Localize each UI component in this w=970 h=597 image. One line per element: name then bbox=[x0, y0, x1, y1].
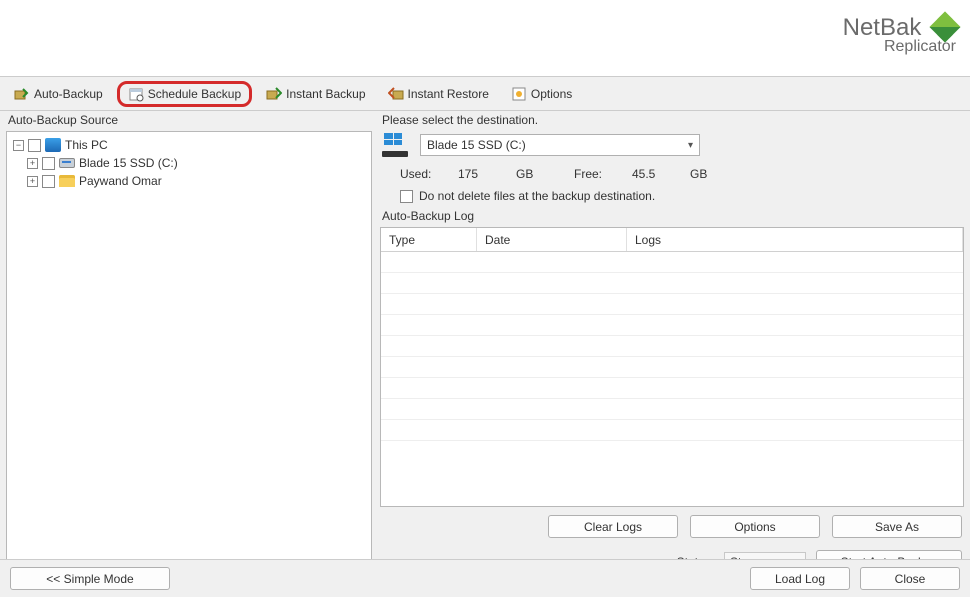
destination-select[interactable]: Blade 15 SSD (C:) ▾ bbox=[420, 134, 700, 156]
tab-instant-restore[interactable]: Instant Restore bbox=[380, 83, 497, 105]
folder-icon bbox=[59, 175, 75, 187]
clear-logs-button[interactable]: Clear Logs bbox=[548, 515, 678, 538]
free-value: 45.5 bbox=[632, 167, 672, 181]
tree-label: Paywand Omar bbox=[79, 174, 162, 188]
tree-row-this-pc[interactable]: − This PC bbox=[13, 136, 365, 154]
tree-row-folder[interactable]: + Paywand Omar bbox=[13, 172, 365, 190]
simple-mode-button[interactable]: << Simple Mode bbox=[10, 567, 170, 590]
log-options-button[interactable]: Options bbox=[690, 515, 820, 538]
drive-icon bbox=[59, 158, 75, 168]
used-label: Used: bbox=[400, 167, 440, 181]
tree-label: Blade 15 SSD (C:) bbox=[79, 156, 178, 170]
logo-text-2: Bak bbox=[880, 14, 921, 41]
header-area: NetBak Replicator bbox=[0, 0, 970, 77]
tab-label: Instant Restore bbox=[408, 87, 489, 101]
source-tree[interactable]: − This PC + Blade 15 SSD (C:) + Paywand … bbox=[6, 131, 372, 573]
log-body-empty bbox=[381, 252, 963, 506]
tree-checkbox[interactable] bbox=[28, 139, 41, 152]
used-value: 175 bbox=[458, 167, 498, 181]
disk-usage-row: Used: 175 GB Free: 45.5 GB bbox=[380, 157, 964, 189]
tab-instant-backup[interactable]: Instant Backup bbox=[258, 83, 373, 105]
destination-label: Please select the destination. bbox=[380, 111, 964, 133]
chevron-down-icon: ▾ bbox=[688, 140, 699, 151]
do-not-delete-checkbox[interactable] bbox=[400, 190, 413, 203]
bottom-bar: << Simple Mode Load Log Close bbox=[0, 559, 970, 597]
auto-backup-icon bbox=[14, 86, 30, 102]
tab-auto-backup[interactable]: Auto-Backup bbox=[6, 83, 111, 105]
tab-schedule-backup[interactable]: Schedule Backup bbox=[117, 81, 252, 107]
instant-restore-icon bbox=[388, 86, 404, 102]
tab-label: Instant Backup bbox=[286, 87, 365, 101]
free-label: Free: bbox=[574, 167, 614, 181]
load-log-button[interactable]: Load Log bbox=[750, 567, 850, 590]
tree-row-drive[interactable]: + Blade 15 SSD (C:) bbox=[13, 154, 365, 172]
col-header-logs[interactable]: Logs bbox=[627, 228, 963, 251]
col-header-type[interactable]: Type bbox=[381, 228, 477, 251]
close-button[interactable]: Close bbox=[860, 567, 960, 590]
expander-icon[interactable]: + bbox=[27, 176, 38, 187]
tab-label: Auto-Backup bbox=[34, 87, 103, 101]
schedule-backup-icon bbox=[128, 86, 144, 102]
save-as-button[interactable]: Save As bbox=[832, 515, 962, 538]
tree-checkbox[interactable] bbox=[42, 157, 55, 170]
do-not-delete-label: Do not delete files at the backup destin… bbox=[419, 189, 655, 203]
logo-text-1: Net bbox=[843, 14, 880, 41]
tab-options[interactable]: Options bbox=[503, 83, 580, 105]
instant-backup-icon bbox=[266, 86, 282, 102]
log-panel-title: Auto-Backup Log bbox=[380, 209, 964, 227]
tree-checkbox[interactable] bbox=[42, 175, 55, 188]
main-toolbar: Auto-Backup Schedule Backup Instant Back… bbox=[0, 77, 970, 111]
options-icon bbox=[511, 86, 527, 102]
destination-drive-icon bbox=[382, 133, 412, 157]
used-unit: GB bbox=[516, 167, 556, 181]
expander-icon[interactable]: + bbox=[27, 158, 38, 169]
source-panel-title: Auto-Backup Source bbox=[6, 111, 372, 131]
destination-selected-value: Blade 15 SSD (C:) bbox=[427, 138, 526, 152]
app-logo: NetBak Replicator bbox=[843, 14, 956, 56]
free-unit: GB bbox=[690, 167, 730, 181]
tab-label: Schedule Backup bbox=[148, 87, 241, 101]
col-header-date[interactable]: Date bbox=[477, 228, 627, 251]
expander-icon[interactable]: − bbox=[13, 140, 24, 151]
pc-icon bbox=[45, 138, 61, 152]
tree-label: This PC bbox=[65, 138, 108, 152]
log-table: Type Date Logs bbox=[380, 227, 964, 507]
tab-label: Options bbox=[531, 87, 572, 101]
